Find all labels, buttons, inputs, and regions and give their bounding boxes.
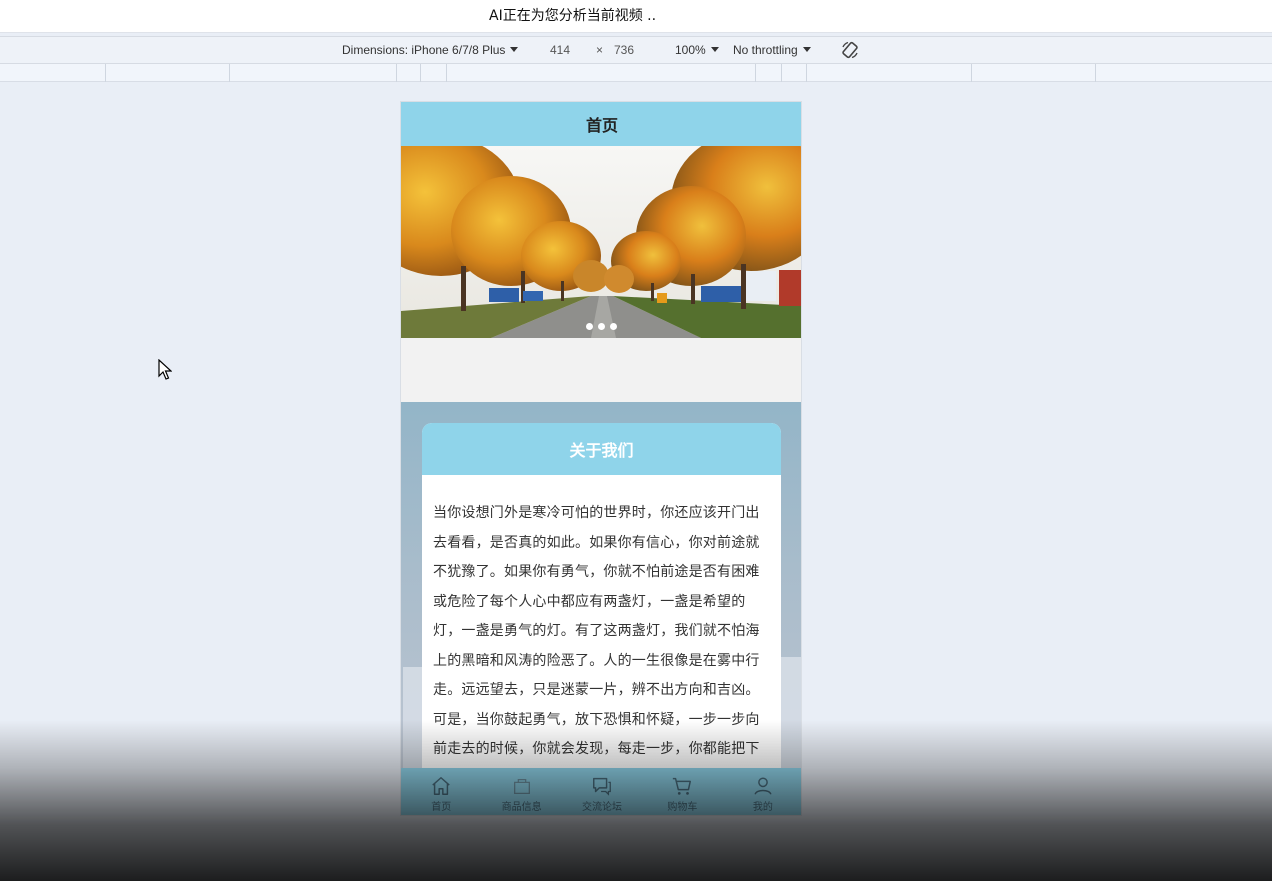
times-separator: × <box>596 43 604 57</box>
forum-icon <box>593 777 611 796</box>
tab-mine[interactable]: 我的 <box>723 768 801 815</box>
tab-forum[interactable]: 交流论坛 <box>562 768 642 815</box>
zoom-dropdown[interactable]: 100% <box>675 43 719 57</box>
about-title: 关于我们 <box>569 441 634 460</box>
mouse-cursor-icon <box>158 359 172 380</box>
page-title: 首页 <box>585 116 618 135</box>
phone-viewport: 首页 关于我们 当你设想门外是寒冷可怕的世界时，你还应该开门出去看看，是否真的如… <box>400 101 802 816</box>
chevron-down-icon <box>510 47 519 52</box>
carousel-dot[interactable] <box>610 323 617 330</box>
tab-label: 交流论坛 <box>582 801 623 813</box>
tab-goods[interactable]: 商品信息 <box>481 768 561 815</box>
home-icon <box>432 776 450 795</box>
carousel-dot[interactable] <box>586 323 593 330</box>
tab-label: 首页 <box>431 801 452 813</box>
about-text: 当你设想门外是寒冷可怕的世界时，你还应该开门出去看看，是否真的如此。如果你有信心… <box>433 505 760 783</box>
chevron-down-icon <box>802 47 811 52</box>
rotate-icon[interactable] <box>840 40 860 60</box>
phone-header: 首页 <box>401 102 801 146</box>
caption-bar: AI正在为您分析当前视频 .. <box>0 0 1272 33</box>
width-input[interactable]: 414 <box>550 43 570 57</box>
user-icon <box>754 776 772 795</box>
tab-home[interactable]: 首页 <box>401 768 481 815</box>
media-query-ruler <box>0 64 1272 82</box>
height-input[interactable]: 736 <box>614 43 634 57</box>
carousel-dot[interactable] <box>598 323 605 330</box>
chevron-down-icon <box>710 47 719 52</box>
throttling-dropdown[interactable]: No throttling <box>733 43 811 57</box>
empty-section <box>401 338 801 402</box>
goods-icon <box>513 778 530 794</box>
banner-carousel[interactable] <box>401 146 801 338</box>
cart-icon <box>673 777 692 795</box>
tab-label: 我的 <box>752 801 773 813</box>
about-section: 关于我们 当你设想门外是寒冷可怕的世界时，你还应该开门出去看看，是否真的如此。如… <box>401 402 801 815</box>
carousel-dots <box>586 323 617 330</box>
device-toolbar: Dimensions: iPhone 6/7/8 Plus 414 × 736 … <box>0 36 1272 64</box>
tab-cart[interactable]: 购物车 <box>642 768 722 815</box>
dimensions-dropdown[interactable]: Dimensions: iPhone 6/7/8 Plus <box>342 43 519 57</box>
tab-label: 购物车 <box>667 801 698 813</box>
banner-image <box>401 146 801 338</box>
about-card-header: 关于我们 <box>422 423 781 475</box>
caption-text: AI正在为您分析当前视频 .. <box>489 8 657 24</box>
about-card: 关于我们 当你设想门外是寒冷可怕的世界时，你还应该开门出去看看，是否真的如此。如… <box>422 423 781 783</box>
bottom-tab-bar: 首页 商品信息 交流论坛 购物车 我的 <box>401 768 801 815</box>
tab-label: 商品信息 <box>501 801 542 813</box>
